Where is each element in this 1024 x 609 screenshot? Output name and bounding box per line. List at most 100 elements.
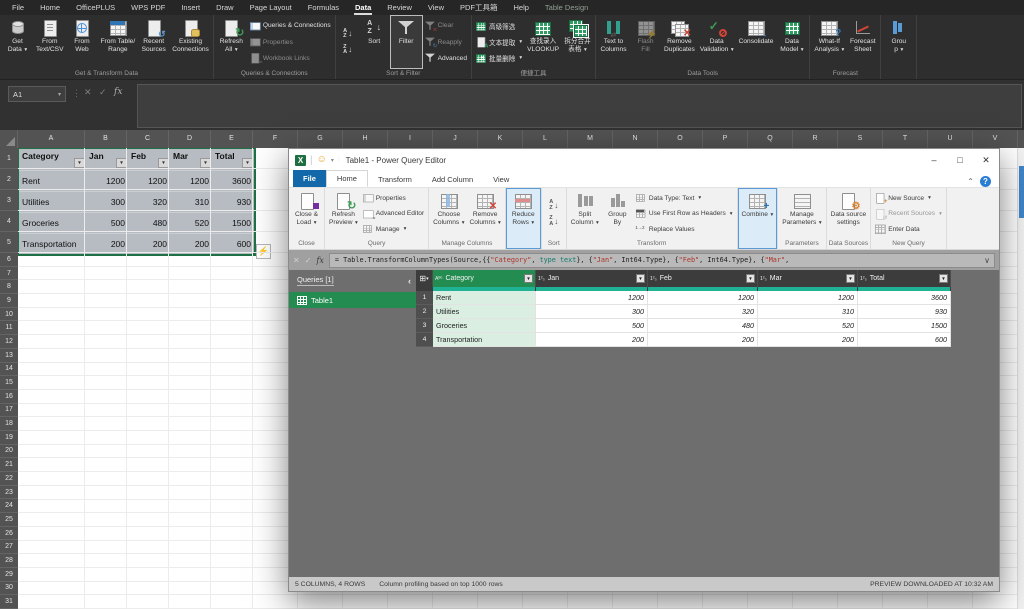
row-header-5[interactable]: 5: [0, 232, 18, 253]
reapply-button[interactable]: ↻Reapply: [425, 36, 467, 49]
row-header-21[interactable]: 21: [0, 458, 18, 472]
pq-filter-button[interactable]: ▼: [846, 274, 855, 283]
sort-za-button[interactable]: ZA↓: [546, 215, 562, 228]
enter-icon[interactable]: ✓: [99, 87, 107, 98]
query-item-table1[interactable]: Table1: [289, 292, 416, 308]
table-cell[interactable]: 480: [128, 213, 170, 233]
column-header-o[interactable]: O: [658, 130, 703, 148]
row-header-19[interactable]: 19: [0, 431, 18, 445]
pq-cell[interactable]: Rent: [433, 291, 536, 305]
column-header-l[interactable]: L: [523, 130, 568, 148]
pq-cell[interactable]: 200: [758, 333, 858, 347]
row-header-22[interactable]: 22: [0, 472, 18, 486]
查找录入-vlookup-button[interactable]: 查找录入 VLOOKUP: [525, 16, 561, 68]
advanced-button[interactable]: Advanced: [425, 52, 467, 65]
what-if-analysis-button[interactable]: ?What-If Analysis ▾: [812, 16, 846, 68]
table-cell[interactable]: 200: [170, 234, 212, 254]
pq-cell[interactable]: 500: [536, 319, 648, 333]
replace-values-button[interactable]: 1→2Replace Values: [636, 223, 733, 236]
properties-button[interactable]: Properties: [250, 36, 331, 49]
pq-cell[interactable]: 480: [648, 319, 758, 333]
close-load-button[interactable]: Close & Load ▾: [291, 189, 322, 238]
advanced-editor-button[interactable]: ‹›Advanced Editor: [363, 207, 424, 220]
pq-column-header-mar[interactable]: 1²₃Mar▼: [758, 270, 858, 287]
collapse-pane-icon[interactable]: ‹: [408, 276, 411, 286]
column-header-j[interactable]: J: [433, 130, 478, 148]
column-header-v[interactable]: V: [973, 130, 1018, 148]
sort-az-button[interactable]: AZ↓: [340, 28, 356, 41]
menu-tab-view[interactable]: View: [420, 0, 452, 15]
name-box[interactable]: A1 ▾: [8, 86, 66, 102]
table-header-mar[interactable]: Mar▾: [170, 149, 212, 170]
table-cell[interactable]: 1200: [86, 171, 128, 191]
pq-filter-button[interactable]: ▼: [746, 274, 755, 283]
select-all-corner[interactable]: [0, 130, 18, 148]
column-header-e[interactable]: E: [211, 130, 253, 148]
column-header-m[interactable]: M: [568, 130, 613, 148]
row-header-9[interactable]: 9: [0, 294, 18, 308]
row-header-3[interactable]: 3: [0, 190, 18, 211]
enter-data-button[interactable]: Enter Data: [875, 223, 942, 236]
menu-tab-wps-pdf[interactable]: WPS PDF: [123, 0, 173, 15]
table-cell[interactable]: Transportation: [19, 234, 86, 254]
column-header-q[interactable]: Q: [748, 130, 793, 148]
row-header-25[interactable]: 25: [0, 513, 18, 527]
reduce-rows-button[interactable]: Reduce Rows ▾: [508, 189, 539, 238]
recent-sources-button[interactable]: ↺Recent Sources▾: [875, 207, 942, 220]
pq-title-bar[interactable]: X | ☺ ▾ ⫶ Table1 - Power Query Editor – …: [289, 149, 999, 171]
column-header-t[interactable]: T: [883, 130, 928, 148]
pq-cell[interactable]: 300: [536, 305, 648, 319]
menu-tab-home[interactable]: Home: [32, 0, 68, 15]
group-by-button[interactable]: Group By: [602, 189, 633, 238]
row-header-24[interactable]: 24: [0, 499, 18, 513]
table-header-jan[interactable]: Jan▾: [86, 149, 128, 170]
pq-column-header-jan[interactable]: 1²₃Jan▼: [536, 270, 648, 287]
column-header-d[interactable]: D: [169, 130, 211, 148]
data-source-settings-button[interactable]: ⚙Data source settings: [829, 189, 869, 238]
menu-tab-table-design[interactable]: Table Design: [537, 0, 596, 15]
row-header-23[interactable]: 23: [0, 486, 18, 500]
pq-cell[interactable]: 320: [648, 305, 758, 319]
pq-column-header-category[interactable]: AᴮᶜCategory▼: [433, 270, 536, 287]
column-header-u[interactable]: U: [928, 130, 973, 148]
column-header-r[interactable]: R: [793, 130, 838, 148]
forecast-sheet-button[interactable]: Forecast Sheet: [847, 16, 878, 68]
row-header-1[interactable]: 1: [0, 148, 18, 169]
row-header-28[interactable]: 28: [0, 554, 18, 568]
combine-button[interactable]: +Combine ▾: [740, 189, 776, 238]
pq-column-header-total[interactable]: 1²₃Total▼: [858, 270, 951, 287]
collapse-ribbon-icon[interactable]: ⌃: [967, 177, 974, 186]
vertical-scrollbar[interactable]: [1017, 148, 1024, 609]
row-header-15[interactable]: 15: [0, 376, 18, 390]
row-header-13[interactable]: 13: [0, 349, 18, 363]
menu-tab-data[interactable]: Data: [347, 0, 379, 15]
sort-button[interactable]: AZ↓Sort: [359, 16, 390, 68]
row-header-6[interactable]: 6: [0, 253, 18, 267]
minimize-button[interactable]: –: [921, 149, 947, 171]
close-button[interactable]: ✕: [973, 149, 999, 171]
scrollbar-thumb[interactable]: [1019, 166, 1024, 218]
row-header-17[interactable]: 17: [0, 404, 18, 418]
pq-cell[interactable]: Utilities: [433, 305, 536, 319]
maximize-button[interactable]: □: [947, 149, 973, 171]
properties-button[interactable]: Properties: [363, 192, 424, 205]
文本提取-button[interactable]: A文本提取▾: [476, 36, 522, 49]
existing-connections-button[interactable]: Existing Connections: [170, 16, 211, 68]
row-header-20[interactable]: 20: [0, 445, 18, 459]
pq-tab-home[interactable]: Home: [326, 170, 368, 187]
table-cell[interactable]: 1200: [128, 171, 170, 191]
row-header-29[interactable]: 29: [0, 568, 18, 582]
pq-cell[interactable]: Transportation: [433, 333, 536, 347]
table-cell[interactable]: Utilities: [19, 192, 86, 212]
pq-filter-button[interactable]: ▼: [524, 274, 533, 283]
pq-column-header-feb[interactable]: 1²₃Feb▼: [648, 270, 758, 287]
table-header-total[interactable]: Total▾: [212, 149, 254, 170]
column-header-i[interactable]: I: [388, 130, 433, 148]
column-header-w[interactable]: W: [1018, 130, 1024, 148]
row-header-7[interactable]: 7: [0, 267, 18, 281]
table-cell[interactable]: 500: [86, 213, 128, 233]
help-icon[interactable]: ?: [980, 176, 991, 187]
menu-tab-review[interactable]: Review: [379, 0, 420, 15]
row-header-2[interactable]: 2: [0, 169, 18, 190]
sort-az-button[interactable]: AZ↓: [546, 199, 562, 212]
